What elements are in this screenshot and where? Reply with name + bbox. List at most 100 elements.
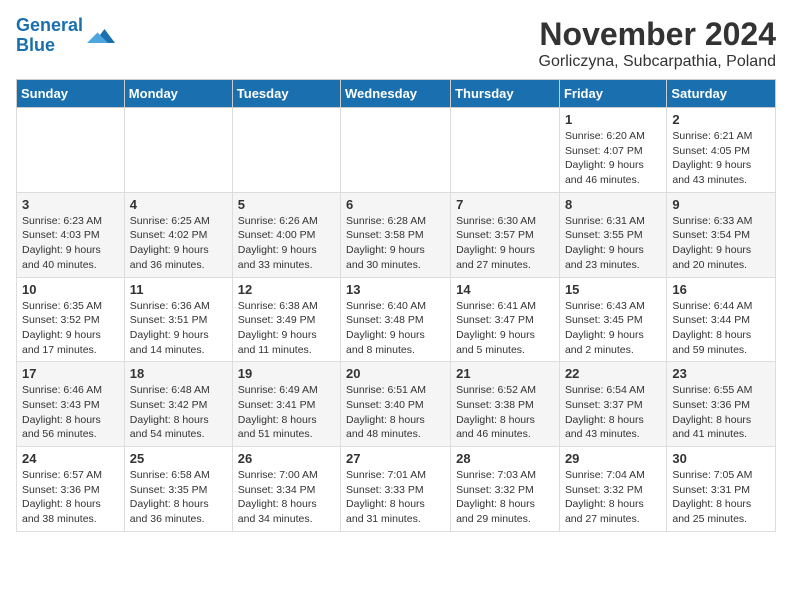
calendar-cell: 8 Sunrise: 6:31 AM Sunset: 3:55 PM Daylig… [559, 192, 666, 277]
calendar-cell: 30Sunrise: 7:05 AM Sunset: 3:31 PM Dayli… [667, 447, 776, 532]
day-info: Sunrise: 6:36 AM Sunset: 3:51 PM Dayligh… [130, 299, 227, 358]
day-number: 3 [22, 197, 119, 212]
day-number: 16 [672, 282, 770, 297]
calendar-cell [124, 108, 232, 193]
calendar-cell: 16Sunrise: 6:44 AM Sunset: 3:44 PM Dayli… [667, 277, 776, 362]
header-monday: Monday [124, 80, 232, 108]
day-info: Sunrise: 6:31 AM Sunset: 3:55 PM Dayligh… [565, 214, 661, 273]
calendar-table: SundayMondayTuesdayWednesdayThursdayFrid… [16, 79, 776, 532]
header-wednesday: Wednesday [341, 80, 451, 108]
logo-text: GeneralBlue [16, 16, 83, 56]
calendar-cell: 7 Sunrise: 6:30 AM Sunset: 3:57 PM Daylig… [451, 192, 560, 277]
header-thursday: Thursday [451, 80, 560, 108]
day-number: 13 [346, 282, 445, 297]
calendar-cell: 20 Sunrise: 6:51 AM Sunset: 3:40 PM Dayli… [341, 362, 451, 447]
calendar-header-row: SundayMondayTuesdayWednesdayThursdayFrid… [17, 80, 776, 108]
calendar-cell: 6Sunrise: 6:28 AM Sunset: 3:58 PM Daylig… [341, 192, 451, 277]
calendar-week-3: 10Sunrise: 6:35 AM Sunset: 3:52 PM Dayli… [17, 277, 776, 362]
day-info: Sunrise: 6:30 AM Sunset: 3:57 PM Dayligh… [456, 214, 554, 273]
calendar-cell: 5 Sunrise: 6:26 AM Sunset: 4:00 PM Daylig… [232, 192, 340, 277]
day-info: Sunrise: 6:51 AM Sunset: 3:40 PM Dayligh… [346, 383, 445, 442]
calendar-cell [451, 108, 560, 193]
title-section: November 2024 Gorliczyna, Subcarpathia, … [539, 16, 776, 71]
day-number: 26 [238, 451, 335, 466]
day-number: 4 [130, 197, 227, 212]
day-info: Sunrise: 6:58 AM Sunset: 3:35 PM Dayligh… [130, 468, 227, 527]
day-number: 20 [346, 366, 445, 381]
day-number: 15 [565, 282, 661, 297]
day-info: Sunrise: 6:49 AM Sunset: 3:41 PM Dayligh… [238, 383, 335, 442]
day-number: 19 [238, 366, 335, 381]
calendar-cell: 23 Sunrise: 6:55 AM Sunset: 3:36 PM Dayli… [667, 362, 776, 447]
calendar-cell: 22 Sunrise: 6:54 AM Sunset: 3:37 PM Dayli… [559, 362, 666, 447]
calendar-cell: 18 Sunrise: 6:48 AM Sunset: 3:42 PM Dayli… [124, 362, 232, 447]
day-info: Sunrise: 6:48 AM Sunset: 3:42 PM Dayligh… [130, 383, 227, 442]
header-friday: Friday [559, 80, 666, 108]
day-number: 30 [672, 451, 770, 466]
calendar-cell: 27 Sunrise: 7:01 AM Sunset: 3:33 PM Dayli… [341, 447, 451, 532]
day-info: Sunrise: 6:55 AM Sunset: 3:36 PM Dayligh… [672, 383, 770, 442]
calendar-cell: 25 Sunrise: 6:58 AM Sunset: 3:35 PM Dayli… [124, 447, 232, 532]
header-tuesday: Tuesday [232, 80, 340, 108]
calendar-cell: 10Sunrise: 6:35 AM Sunset: 3:52 PM Dayli… [17, 277, 125, 362]
day-number: 6 [346, 197, 445, 212]
day-number: 14 [456, 282, 554, 297]
calendar-cell: 2 Sunrise: 6:21 AM Sunset: 4:05 PM Daylig… [667, 108, 776, 193]
calendar-cell: 13 Sunrise: 6:40 AM Sunset: 3:48 PM Dayli… [341, 277, 451, 362]
day-number: 21 [456, 366, 554, 381]
day-info: Sunrise: 6:33 AM Sunset: 3:54 PM Dayligh… [672, 214, 770, 273]
day-number: 8 [565, 197, 661, 212]
day-info: Sunrise: 6:54 AM Sunset: 3:37 PM Dayligh… [565, 383, 661, 442]
day-number: 28 [456, 451, 554, 466]
day-number: 7 [456, 197, 554, 212]
calendar-cell: 21 Sunrise: 6:52 AM Sunset: 3:38 PM Dayli… [451, 362, 560, 447]
day-number: 25 [130, 451, 227, 466]
day-number: 23 [672, 366, 770, 381]
calendar-cell: 12 Sunrise: 6:38 AM Sunset: 3:49 PM Dayli… [232, 277, 340, 362]
day-info: Sunrise: 6:43 AM Sunset: 3:45 PM Dayligh… [565, 299, 661, 358]
page-header: GeneralBlue November 2024 Gorliczyna, Su… [16, 16, 776, 71]
day-number: 22 [565, 366, 661, 381]
calendar-cell: 15 Sunrise: 6:43 AM Sunset: 3:45 PM Dayli… [559, 277, 666, 362]
day-info: Sunrise: 7:00 AM Sunset: 3:34 PM Dayligh… [238, 468, 335, 527]
calendar-cell [17, 108, 125, 193]
day-number: 29 [565, 451, 661, 466]
day-info: Sunrise: 6:40 AM Sunset: 3:48 PM Dayligh… [346, 299, 445, 358]
day-info: Sunrise: 6:21 AM Sunset: 4:05 PM Dayligh… [672, 129, 770, 188]
day-info: Sunrise: 7:01 AM Sunset: 3:33 PM Dayligh… [346, 468, 445, 527]
day-number: 12 [238, 282, 335, 297]
day-number: 5 [238, 197, 335, 212]
day-info: Sunrise: 7:03 AM Sunset: 3:32 PM Dayligh… [456, 468, 554, 527]
calendar-cell [232, 108, 340, 193]
calendar-cell: 17 Sunrise: 6:46 AM Sunset: 3:43 PM Dayli… [17, 362, 125, 447]
calendar-week-1: 1 Sunrise: 6:20 AM Sunset: 4:07 PM Daylig… [17, 108, 776, 193]
day-number: 10 [22, 282, 119, 297]
calendar-cell: 11 Sunrise: 6:36 AM Sunset: 3:51 PM Dayli… [124, 277, 232, 362]
day-info: Sunrise: 6:20 AM Sunset: 4:07 PM Dayligh… [565, 129, 661, 188]
header-saturday: Saturday [667, 80, 776, 108]
day-number: 9 [672, 197, 770, 212]
day-number: 24 [22, 451, 119, 466]
day-number: 17 [22, 366, 119, 381]
day-info: Sunrise: 6:23 AM Sunset: 4:03 PM Dayligh… [22, 214, 119, 273]
calendar-cell: 26 Sunrise: 7:00 AM Sunset: 3:34 PM Dayli… [232, 447, 340, 532]
day-number: 18 [130, 366, 227, 381]
calendar-cell [341, 108, 451, 193]
day-number: 2 [672, 112, 770, 127]
header-sunday: Sunday [17, 80, 125, 108]
subtitle: Gorliczyna, Subcarpathia, Poland [539, 53, 776, 71]
day-number: 27 [346, 451, 445, 466]
logo-icon [87, 22, 115, 50]
day-info: Sunrise: 6:46 AM Sunset: 3:43 PM Dayligh… [22, 383, 119, 442]
logo: GeneralBlue [16, 16, 115, 56]
calendar-cell: 14Sunrise: 6:41 AM Sunset: 3:47 PM Dayli… [451, 277, 560, 362]
calendar-cell: 24Sunrise: 6:57 AM Sunset: 3:36 PM Dayli… [17, 447, 125, 532]
day-info: Sunrise: 6:52 AM Sunset: 3:38 PM Dayligh… [456, 383, 554, 442]
day-info: Sunrise: 6:26 AM Sunset: 4:00 PM Dayligh… [238, 214, 335, 273]
day-number: 11 [130, 282, 227, 297]
day-info: Sunrise: 6:38 AM Sunset: 3:49 PM Dayligh… [238, 299, 335, 358]
day-number: 1 [565, 112, 661, 127]
calendar-week-2: 3 Sunrise: 6:23 AM Sunset: 4:03 PM Daylig… [17, 192, 776, 277]
calendar-week-5: 24Sunrise: 6:57 AM Sunset: 3:36 PM Dayli… [17, 447, 776, 532]
calendar-cell: 9 Sunrise: 6:33 AM Sunset: 3:54 PM Daylig… [667, 192, 776, 277]
